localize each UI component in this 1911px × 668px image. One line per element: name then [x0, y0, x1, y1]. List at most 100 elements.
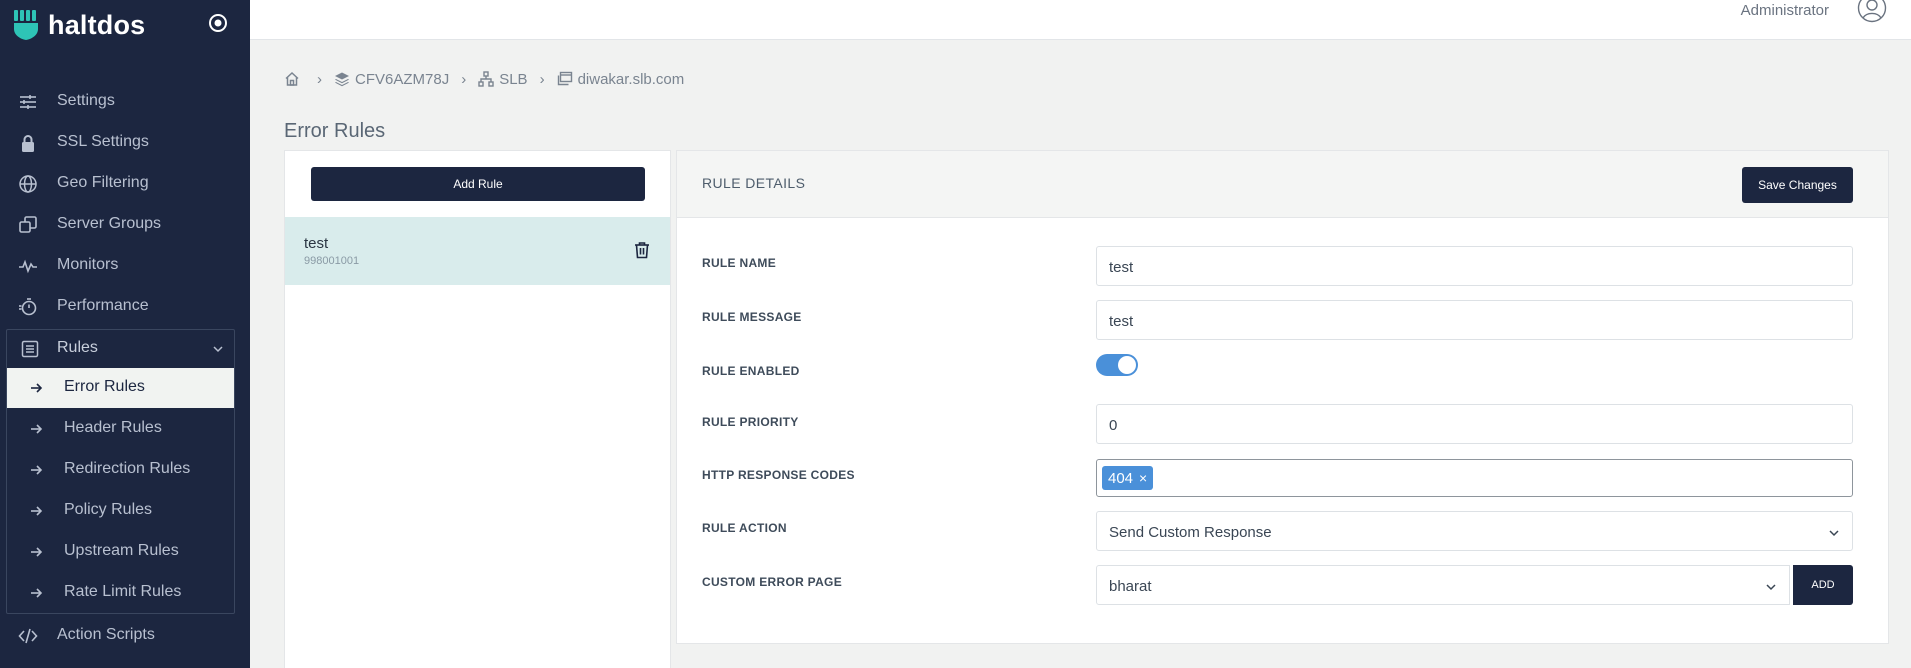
- rule-message-input[interactable]: test: [1096, 300, 1853, 340]
- rule-message-label: RULE MESSAGE: [702, 310, 802, 324]
- response-code-tag: 404 ×: [1102, 466, 1154, 490]
- sidebar-item-label: SSL Settings: [57, 133, 149, 150]
- rules-group: Rules Error Rules Header Rules Redirecti…: [6, 329, 235, 614]
- rule-details-header: RULE DETAILS Save Changes: [677, 151, 1888, 218]
- arrow-right-icon: [31, 547, 43, 557]
- sidebar-item-label: Settings: [57, 92, 115, 109]
- sidebar-item-policy-rules[interactable]: Policy Rules: [7, 491, 234, 531]
- breadcrumb-item-slb[interactable]: SLB: [478, 70, 528, 88]
- add-error-page-button[interactable]: ADD: [1793, 565, 1853, 605]
- breadcrumb-label: CFV6AZM78J: [355, 70, 450, 88]
- arrow-right-icon: [31, 465, 43, 475]
- rule-enabled-toggle[interactable]: [1096, 354, 1138, 376]
- arrow-right-icon: [31, 383, 43, 393]
- sidebar-item-redirection-rules[interactable]: Redirection Rules: [7, 450, 234, 490]
- breadcrumb: › CFV6AZM78J › SLB › diwakar.slb.com: [284, 68, 684, 90]
- rule-priority-label: RULE PRIORITY: [702, 415, 799, 429]
- sidebar-item-label: Header Rules: [64, 419, 162, 436]
- sidebar-item-label: Upstream Rules: [64, 542, 179, 559]
- sidebar-item-label: Performance: [57, 297, 149, 314]
- chevron-down-icon: [213, 346, 223, 353]
- custom-error-page-value: bharat: [1109, 578, 1152, 595]
- arrow-right-icon: [31, 506, 43, 516]
- brand-name: haltdos: [48, 9, 146, 40]
- home-icon[interactable]: [284, 71, 300, 87]
- rule-name-input[interactable]: test: [1096, 246, 1853, 286]
- breadcrumb-separator: ›: [317, 70, 322, 88]
- rule-list-panel: Add Rule test 998001001: [284, 150, 671, 668]
- haltdos-logo-icon: [14, 10, 38, 40]
- sidebar-item-label: Server Groups: [57, 215, 162, 232]
- breadcrumb-item-cluster[interactable]: CFV6AZM78J: [334, 71, 449, 88]
- http-response-codes-input[interactable]: 404 ×: [1096, 459, 1853, 497]
- pulse-icon: [19, 259, 37, 274]
- sidebar-item-header-rules[interactable]: Header Rules: [7, 409, 234, 449]
- sidebar-item-label: Geo Filtering: [57, 174, 149, 191]
- breadcrumb-separator: ›: [539, 70, 545, 88]
- sidebar-item-label: Action Scripts: [57, 626, 155, 643]
- list-item[interactable]: test 998001001: [285, 217, 670, 285]
- sidebar-item-label: Rate Limit Rules: [64, 583, 182, 600]
- stopwatch-icon: [19, 298, 37, 316]
- globe-icon: [19, 175, 37, 193]
- sidebar: haltdos Settings SSL Settings Geo Filter…: [0, 0, 250, 668]
- sidebar-item-upstream-rules[interactable]: Upstream Rules: [7, 532, 234, 572]
- sidebar-item-performance[interactable]: Performance: [0, 286, 250, 326]
- rule-action-value: Send Custom Response: [1109, 524, 1272, 541]
- rule-action-label: RULE ACTION: [702, 521, 787, 535]
- arrow-right-icon: [31, 424, 43, 434]
- list-icon: [21, 340, 39, 358]
- rule-enabled-label: RULE ENABLED: [702, 364, 800, 378]
- breadcrumb-item-host[interactable]: diwakar.slb.com: [557, 70, 685, 88]
- user-name[interactable]: Administrator: [1741, 2, 1829, 19]
- lock-icon: [22, 135, 34, 152]
- rule-id: 998001001: [304, 255, 360, 267]
- rule-name: test: [304, 235, 329, 252]
- add-rule-button[interactable]: Add Rule: [311, 167, 645, 201]
- page-title: Error Rules: [284, 120, 386, 142]
- avatar-icon[interactable]: [1857, 0, 1887, 23]
- sidebar-item-label: Policy Rules: [64, 501, 153, 518]
- sidebar-item-label: Monitors: [57, 256, 119, 273]
- sitemap-icon: [478, 71, 494, 87]
- chevron-down-icon: [1766, 584, 1776, 591]
- sidebar-item-label: Rules: [57, 339, 98, 356]
- arrow-right-icon: [31, 588, 43, 598]
- brand[interactable]: haltdos: [14, 8, 145, 42]
- sidebar-item-server-groups[interactable]: Server Groups: [0, 204, 250, 244]
- code-icon: [18, 628, 38, 644]
- breadcrumb-label: SLB: [499, 70, 528, 88]
- sidebar-item-monitors[interactable]: Monitors: [0, 245, 250, 285]
- sidebar-item-rules[interactable]: Rules: [7, 330, 234, 368]
- sidebar-item-action-scripts[interactable]: Action Scripts: [0, 615, 250, 655]
- sliders-icon: [20, 95, 36, 109]
- sidebar-item-error-rules[interactable]: Error Rules: [7, 368, 234, 408]
- sidebar-toggle-icon[interactable]: [208, 13, 228, 33]
- rule-details-panel: RULE DETAILS Save Changes RULE NAME test…: [676, 150, 1889, 644]
- remove-tag-icon[interactable]: ×: [1139, 470, 1147, 486]
- sidebar-item-geo-filtering[interactable]: Geo Filtering: [0, 163, 250, 203]
- sidebar-item-label: Redirection Rules: [64, 460, 191, 477]
- breadcrumb-label: diwakar.slb.com: [577, 70, 685, 88]
- sidebar-item-settings[interactable]: Settings: [0, 81, 250, 121]
- sidebar-item-rate-limit-rules[interactable]: Rate Limit Rules: [7, 573, 234, 613]
- save-changes-button[interactable]: Save Changes: [1742, 167, 1853, 203]
- toggle-knob: [1118, 356, 1136, 374]
- layers-icon: [335, 72, 349, 87]
- window-icon: [557, 71, 572, 86]
- chevron-down-icon: [1829, 530, 1839, 537]
- topbar: Administrator: [250, 0, 1911, 40]
- http-response-codes-label: HTTP RESPONSE CODES: [702, 468, 855, 482]
- trash-icon[interactable]: [634, 241, 650, 259]
- custom-error-page-select[interactable]: bharat: [1096, 565, 1790, 605]
- breadcrumb-separator: ›: [461, 70, 467, 88]
- rule-action-select[interactable]: Send Custom Response: [1096, 511, 1853, 551]
- rule-name-label: RULE NAME: [702, 256, 777, 270]
- custom-error-page-label: CUSTOM ERROR PAGE: [702, 575, 843, 589]
- copy-icon: [19, 216, 37, 233]
- sidebar-item-ssl-settings[interactable]: SSL Settings: [0, 122, 250, 162]
- rule-priority-input[interactable]: 0: [1096, 404, 1853, 444]
- response-code-value: 404: [1108, 469, 1134, 487]
- sidebar-item-label: Error Rules: [64, 378, 145, 395]
- rule-details-title: RULE DETAILS: [702, 175, 806, 191]
